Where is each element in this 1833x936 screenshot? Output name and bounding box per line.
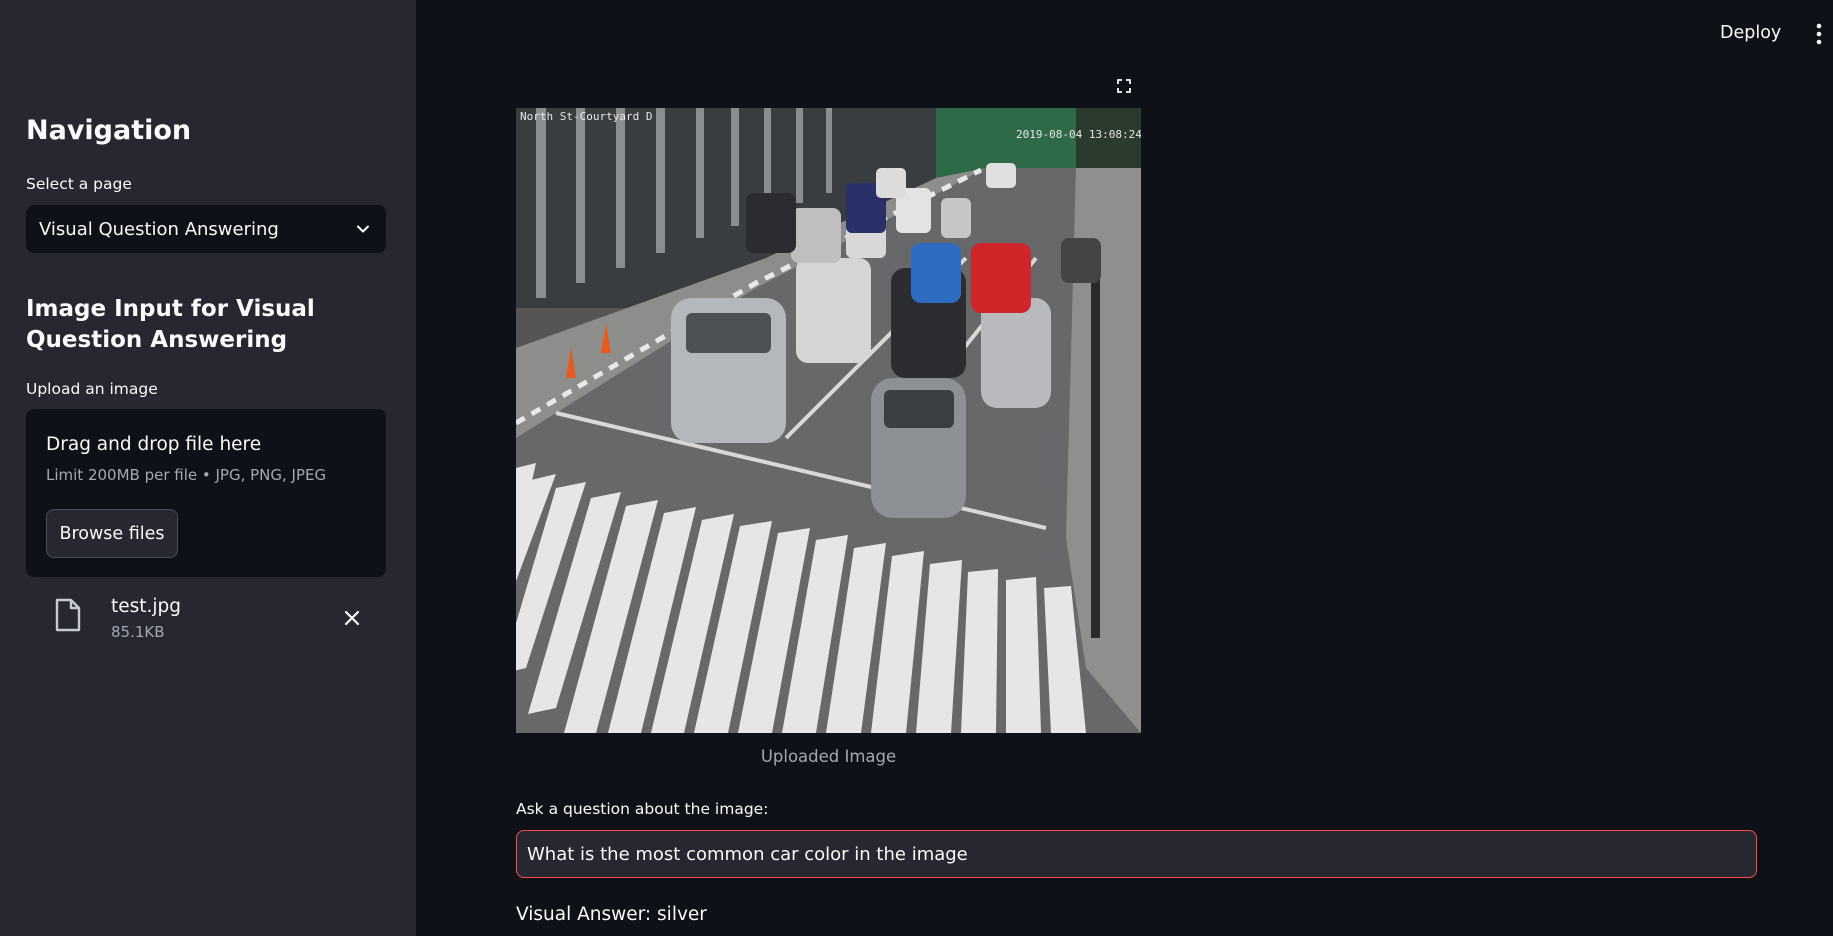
question-input[interactable] (516, 830, 1757, 878)
select-page-label: Select a page (26, 175, 132, 193)
photo-overlay-location: North St-Courtyard D (520, 110, 652, 123)
image-caption: Uploaded Image (760, 747, 897, 766)
uploaded-image: North St-Courtyard D 2019-08-04 13:08:24 (516, 108, 1141, 733)
file-size: 85.1KB (111, 623, 165, 641)
deploy-button[interactable]: Deploy (1720, 18, 1781, 48)
sidebar: Navigation Select a page Visual Question… (0, 0, 416, 936)
question-label: Ask a question about the image: (516, 800, 769, 818)
browse-files-button[interactable]: Browse files (46, 509, 178, 558)
page-select[interactable]: Visual Question Answering (26, 205, 386, 253)
fullscreen-icon (1117, 79, 1131, 93)
chevron-down-icon (357, 225, 369, 233)
traffic-photo: North St-Courtyard D 2019-08-04 13:08:24 (516, 108, 1141, 733)
fullscreen-button[interactable] (1108, 70, 1140, 102)
uploaded-file: test.jpg 85.1KB (26, 588, 386, 648)
app: Navigation Select a page Visual Question… (0, 0, 1833, 936)
photo-overlay-timestamp: 2019-08-04 13:08:24 (1016, 128, 1141, 141)
file-dropzone[interactable]: Drag and drop file here Limit 200MB per … (26, 409, 386, 577)
visual-answer: Visual Answer: silver (516, 904, 707, 925)
sidebar-title: Navigation (26, 115, 192, 146)
upload-label: Upload an image (26, 380, 158, 398)
remove-file-icon[interactable] (342, 608, 362, 628)
file-name: test.jpg (111, 596, 182, 617)
dropzone-limit: Limit 200MB per file • JPG, PNG, JPEG (46, 466, 327, 484)
vertical-dots-icon[interactable] (1808, 22, 1830, 46)
file-icon (55, 598, 81, 632)
page-select-value: Visual Question Answering (39, 218, 279, 240)
section-heading: Image Input for Visual Question Answerin… (26, 296, 315, 353)
dropzone-title: Drag and drop file here (46, 434, 262, 455)
